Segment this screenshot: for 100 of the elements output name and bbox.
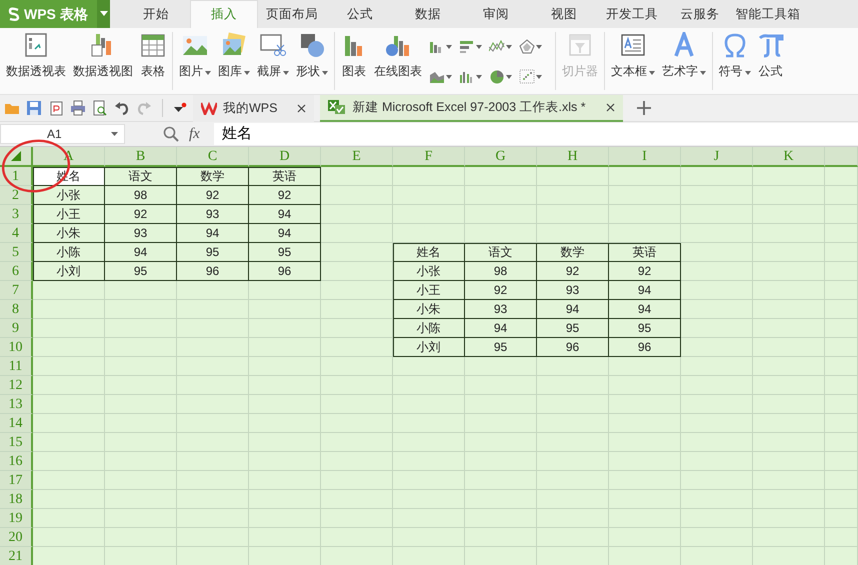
sheet-cell[interactable] [609, 490, 681, 509]
sheet-cell[interactable] [105, 452, 177, 471]
column-header[interactable]: E [321, 147, 393, 167]
sheet-cell[interactable] [753, 414, 825, 433]
sheet-cell[interactable] [393, 452, 465, 471]
sheet-cell[interactable] [321, 357, 393, 376]
sheet-cell[interactable] [537, 224, 609, 243]
ribbon-button[interactable]: 表格 [140, 32, 166, 90]
ribbon-button[interactable]: 公式 [758, 32, 784, 90]
sheet-cell[interactable] [681, 452, 753, 471]
sheet-cell[interactable] [537, 490, 609, 509]
ribbon-tab[interactable]: 开始 [122, 0, 190, 28]
sheet-cell[interactable] [681, 338, 753, 357]
sheet-cell[interactable] [177, 414, 249, 433]
ribbon-tab[interactable]: 智能工具箱 [734, 0, 802, 28]
sheet-cell[interactable] [321, 338, 393, 357]
sheet-cell[interactable] [681, 357, 753, 376]
row-header[interactable]: 1 [0, 167, 33, 186]
row-header[interactable]: 2 [0, 186, 33, 205]
sheet-cell[interactable] [609, 205, 681, 224]
sheet-cell[interactable] [825, 281, 858, 300]
sheet-cell[interactable] [105, 281, 177, 300]
sheet-cell[interactable] [825, 376, 858, 395]
sheet-cell[interactable] [753, 357, 825, 376]
formula-input[interactable]: 姓名 [214, 123, 858, 145]
sheet-cell[interactable] [393, 357, 465, 376]
sheet-cell[interactable] [609, 471, 681, 490]
sheet-cell[interactable] [177, 338, 249, 357]
sheet-cell[interactable] [249, 357, 321, 376]
sheet-cell[interactable] [681, 433, 753, 452]
ribbon-tab[interactable]: 云服务 [666, 0, 734, 28]
sheet-cell[interactable] [321, 433, 393, 452]
document-tab[interactable]: 新建 Microsoft Excel 97-2003 工作表.xls * [320, 94, 623, 122]
sheet-cell[interactable] [537, 186, 609, 205]
sheet-cell[interactable] [177, 471, 249, 490]
sheet-cell[interactable] [825, 186, 858, 205]
sheet-cell[interactable] [105, 414, 177, 433]
sheet-cell[interactable] [177, 433, 249, 452]
sheet-cell[interactable] [249, 509, 321, 528]
sheet-cell[interactable] [321, 376, 393, 395]
sheet-cell[interactable] [465, 224, 537, 243]
sheet-cell[interactable] [465, 167, 537, 186]
sheet-cell[interactable] [753, 395, 825, 414]
sheet-cell[interactable] [105, 471, 177, 490]
sheet-cell[interactable] [825, 300, 858, 319]
sheet-cell[interactable] [825, 509, 858, 528]
sheet-cell[interactable] [249, 490, 321, 509]
ribbon-button[interactable]: 图表 [340, 32, 367, 90]
sheet-cell[interactable] [321, 471, 393, 490]
column-header[interactable]: H [537, 147, 609, 167]
sheet-cell[interactable] [177, 376, 249, 395]
sheet-cell[interactable] [321, 281, 393, 300]
sheet-cell[interactable] [249, 452, 321, 471]
sheet-cell[interactable] [33, 433, 105, 452]
sheet-cell[interactable] [177, 395, 249, 414]
sheet-cell[interactable] [609, 414, 681, 433]
ribbon-button[interactable]: 文本框 [610, 32, 655, 90]
row-header[interactable]: 9 [0, 319, 33, 338]
column-header[interactable]: J [681, 147, 753, 167]
sheet-cell[interactable] [393, 509, 465, 528]
sheet-cell[interactable] [249, 433, 321, 452]
row-header[interactable]: 8 [0, 300, 33, 319]
sheet-cell[interactable] [249, 414, 321, 433]
sheet-cell[interactable] [681, 395, 753, 414]
toolbar-button[interactable] [48, 100, 64, 116]
sheet-cell[interactable] [825, 490, 858, 509]
sheet-cell[interactable] [393, 490, 465, 509]
sheet-cell[interactable] [825, 433, 858, 452]
sheet-cell[interactable] [105, 319, 177, 338]
zoom-button[interactable] [163, 126, 179, 142]
column-header[interactable]: D [249, 147, 321, 167]
sheet-cell[interactable] [681, 281, 753, 300]
sheet-cell[interactable] [33, 300, 105, 319]
sheet-cell[interactable] [33, 376, 105, 395]
sheet-cell[interactable] [609, 224, 681, 243]
sheet-cell[interactable] [465, 509, 537, 528]
column-header[interactable]: I [609, 147, 681, 167]
sheet-cell[interactable] [609, 433, 681, 452]
sheet-cell[interactable] [321, 243, 393, 262]
sheet-cell[interactable] [177, 281, 249, 300]
sheet-cell[interactable] [393, 414, 465, 433]
sheet-cell[interactable] [753, 376, 825, 395]
ribbon-button[interactable]: 符号 [718, 32, 751, 90]
sheet-cell[interactable] [33, 509, 105, 528]
ribbon-button[interactable]: 在线图表 [374, 32, 422, 90]
ribbon-tab[interactable]: 公式 [326, 0, 394, 28]
sheet-cell[interactable] [537, 205, 609, 224]
sheet-cell[interactable] [177, 528, 249, 547]
sheet-cell[interactable] [393, 395, 465, 414]
sheet-cell[interactable] [177, 490, 249, 509]
row-header[interactable]: 15 [0, 433, 33, 452]
sheet-cell[interactable] [753, 433, 825, 452]
row-header[interactable]: 11 [0, 357, 33, 376]
sheet-cell[interactable] [537, 509, 609, 528]
sheet-cell[interactable] [465, 490, 537, 509]
sheet-cell[interactable] [825, 205, 858, 224]
sheet-cell[interactable] [105, 490, 177, 509]
sheet-cell[interactable] [33, 319, 105, 338]
sheet-cell[interactable] [393, 433, 465, 452]
sheet-cell[interactable] [249, 338, 321, 357]
